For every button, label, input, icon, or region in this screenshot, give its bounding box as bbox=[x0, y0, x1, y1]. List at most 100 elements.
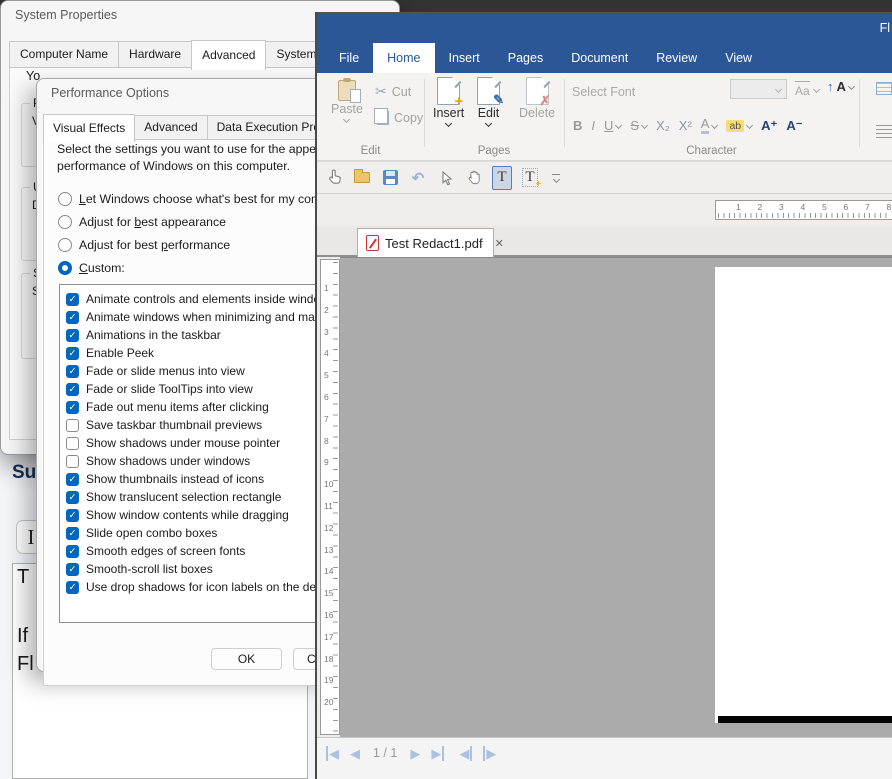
tab-advanced[interactable]: Advanced bbox=[191, 40, 266, 70]
document-tab[interactable]: Test Redact1.pdf ✕ bbox=[357, 228, 494, 257]
radio-best-performance[interactable]: Adjust for best performance bbox=[58, 238, 230, 252]
next-view-button[interactable]: ▶ bbox=[483, 746, 496, 761]
increase-font-button[interactable]: A⁺ bbox=[761, 118, 777, 134]
pan-tool-button[interactable] bbox=[464, 166, 484, 190]
last-page-button[interactable]: ▶ bbox=[431, 746, 444, 761]
checkbox-checked-icon[interactable]: ✓ bbox=[66, 491, 79, 504]
checkbox-checked-icon[interactable]: ✓ bbox=[66, 527, 79, 540]
highlight-button[interactable]: ab bbox=[726, 120, 752, 132]
close-icon[interactable]: ✕ bbox=[495, 237, 504, 250]
italic-button[interactable]: I bbox=[591, 118, 595, 133]
checkbox-unchecked-icon[interactable] bbox=[66, 419, 79, 432]
checkbox-label: Fade or slide menus into view bbox=[86, 364, 245, 378]
text-box-icon[interactable] bbox=[876, 82, 892, 95]
first-page-button[interactable]: ◀ bbox=[326, 746, 339, 761]
ruler-number: 2 bbox=[324, 305, 329, 315]
radio-best-appearance[interactable]: Adjust for best appearance bbox=[58, 215, 226, 229]
ribbon-tab-view[interactable]: View bbox=[711, 43, 766, 73]
undo-button[interactable]: ↶ bbox=[408, 166, 428, 190]
text-direction-icon: ↑ bbox=[827, 79, 834, 94]
horizontal-ruler: 12345678 bbox=[715, 200, 892, 220]
change-case-button[interactable]: Aa bbox=[795, 81, 819, 98]
checkbox-checked-icon[interactable]: ✓ bbox=[66, 401, 79, 414]
edit-page-icon: ✎ bbox=[477, 77, 500, 105]
page-navigation-bar: ◀ ◀ 1 / 1 ▶ ▶ ◀ ▶ bbox=[317, 737, 892, 779]
document-canvas[interactable] bbox=[340, 257, 892, 737]
toolbar-overflow-button[interactable] bbox=[552, 174, 560, 182]
superscript-button[interactable]: X² bbox=[679, 118, 692, 133]
checkbox-checked-icon[interactable]: ✓ bbox=[66, 293, 79, 306]
checkbox-checked-icon[interactable]: ✓ bbox=[66, 545, 79, 558]
copy-button[interactable]: Copy bbox=[373, 111, 423, 125]
checkbox-label: Show shadows under mouse pointer bbox=[86, 436, 280, 450]
paste-icon bbox=[338, 80, 356, 101]
bold-button[interactable]: B bbox=[573, 118, 582, 133]
tab-hardware[interactable]: Hardware bbox=[118, 41, 192, 68]
delete-page-button[interactable]: ✗ Delete bbox=[519, 77, 555, 120]
checkbox-checked-icon[interactable]: ✓ bbox=[66, 581, 79, 594]
paste-button[interactable]: Paste bbox=[331, 80, 363, 122]
checkbox-checked-icon[interactable]: ✓ bbox=[66, 365, 79, 378]
checkbox-checked-icon[interactable]: ✓ bbox=[66, 311, 79, 324]
ruler-number: 12 bbox=[324, 523, 333, 533]
insert-page-button[interactable]: + Insert bbox=[433, 77, 464, 126]
ribbon-tab-home[interactable]: Home bbox=[373, 43, 434, 73]
checkbox-checked-icon[interactable]: ✓ bbox=[66, 347, 79, 360]
next-page-button[interactable]: ▶ bbox=[410, 746, 420, 761]
tab-computer-name[interactable]: Computer Name bbox=[9, 41, 119, 68]
underline-button[interactable]: U bbox=[604, 118, 621, 133]
background-line1: If bbox=[17, 625, 28, 648]
font-size-combo[interactable] bbox=[730, 79, 787, 99]
cut-button[interactable]: ✂ Cut bbox=[375, 83, 411, 100]
subscript-button[interactable]: X₂ bbox=[656, 118, 670, 133]
tab-visual-effects[interactable]: Visual Effects bbox=[43, 114, 135, 142]
checkbox-checked-icon[interactable]: ✓ bbox=[66, 509, 79, 522]
page-position: 1 / 1 bbox=[371, 746, 399, 761]
chevron-down-icon bbox=[813, 86, 820, 93]
font-color-button[interactable]: A bbox=[701, 117, 718, 134]
radio-let-windows-choose[interactable]: Let Windows choose what's best for my co… bbox=[58, 192, 328, 206]
checkbox-checked-icon[interactable]: ✓ bbox=[66, 473, 79, 486]
visual-effects-list[interactable]: ✓Animate controls and elements inside wi… bbox=[59, 284, 359, 623]
redaction-bar bbox=[718, 716, 892, 723]
checkbox-label: Slide open combo boxes bbox=[86, 526, 217, 540]
save-button[interactable] bbox=[380, 166, 400, 190]
folder-icon bbox=[354, 172, 370, 183]
edit-page-button[interactable]: ✎ Edit bbox=[477, 77, 500, 126]
strikethrough-button[interactable]: S bbox=[630, 118, 647, 133]
background-box-text: T bbox=[17, 566, 29, 589]
ribbon-tab-review[interactable]: Review bbox=[642, 43, 711, 73]
select-tool-button[interactable] bbox=[436, 166, 456, 190]
ok-button[interactable]: OK bbox=[211, 648, 282, 670]
group-separator bbox=[564, 79, 565, 147]
text-tool-icon: T bbox=[497, 169, 506, 186]
checkbox-unchecked-icon[interactable] bbox=[66, 455, 79, 468]
checkbox-unchecked-icon[interactable] bbox=[66, 437, 79, 450]
radio-label: Adjust for best appearance bbox=[79, 215, 226, 229]
align-text-icon[interactable] bbox=[876, 125, 892, 138]
ruler-number: 4 bbox=[801, 202, 806, 212]
decrease-font-button[interactable]: A⁻ bbox=[786, 118, 802, 134]
text-direction-button[interactable]: ↑ A bbox=[827, 79, 854, 94]
checkbox-label: Use drop shadows for icon labels on the … bbox=[86, 580, 328, 594]
checkbox-checked-icon[interactable]: ✓ bbox=[66, 563, 79, 576]
pdf-page[interactable] bbox=[715, 267, 892, 723]
add-text-tool-button[interactable]: T+ bbox=[520, 166, 540, 190]
tab-perf-advanced[interactable]: Advanced bbox=[134, 115, 207, 140]
checkbox-checked-icon[interactable]: ✓ bbox=[66, 383, 79, 396]
ribbon-body: Paste ✂ Cut Copy Edit + Insert ✎ Edit bbox=[317, 73, 892, 161]
checkbox-checked-icon[interactable]: ✓ bbox=[66, 329, 79, 342]
pdf-titlebar: Fl bbox=[317, 13, 892, 43]
open-file-button[interactable] bbox=[352, 166, 372, 190]
previous-page-button[interactable]: ◀ bbox=[350, 746, 360, 761]
ribbon-tab-file[interactable]: File bbox=[325, 43, 373, 73]
text-tool-button-selected[interactable]: T bbox=[492, 166, 512, 190]
touch-tool-button[interactable] bbox=[324, 166, 344, 190]
screen: Su I T If Fl System Properties Computer … bbox=[0, 0, 892, 779]
ruler-number: 8 bbox=[887, 202, 892, 212]
ribbon-tab-document[interactable]: Document bbox=[557, 43, 642, 73]
radio-custom[interactable]: Custom: bbox=[58, 261, 125, 275]
ribbon-tab-insert[interactable]: Insert bbox=[435, 43, 494, 73]
ribbon-tab-pages[interactable]: Pages bbox=[494, 43, 557, 73]
previous-view-button[interactable]: ◀ bbox=[459, 746, 472, 761]
